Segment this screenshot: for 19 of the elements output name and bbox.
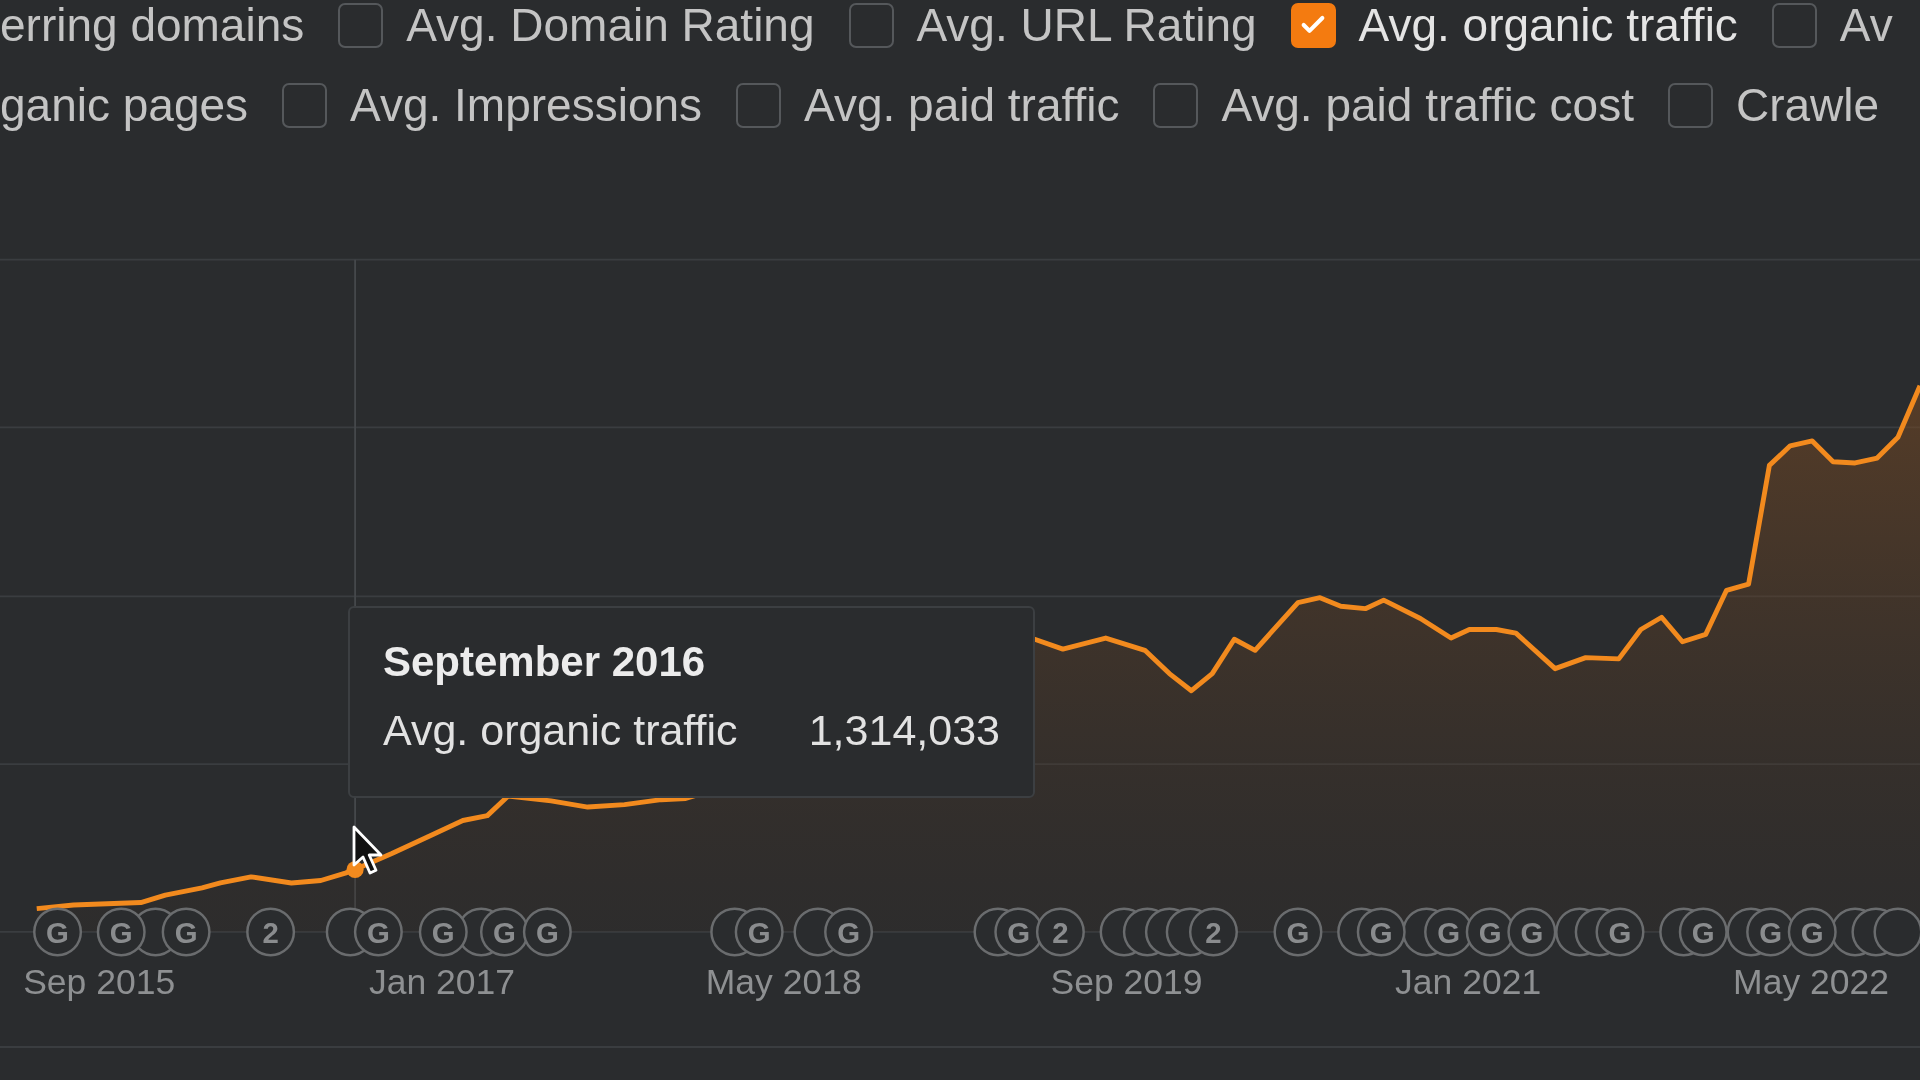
x-axis-label: Jan 2017	[369, 962, 516, 1003]
metric-label: Avg. paid traffic cost	[1221, 80, 1634, 130]
metric-label: Avg. URL Rating	[916, 0, 1257, 50]
metric-label: Av	[1839, 0, 1893, 50]
metric-label: Avg. paid traffic	[804, 80, 1120, 130]
metric-label: Avg. Impressions	[350, 80, 703, 130]
tooltip-value: 1,314,033	[808, 706, 1000, 755]
x-axis-label: Sep 2019	[1050, 962, 1203, 1003]
metric-label: Avg. organic traffic	[1358, 0, 1738, 50]
x-axis-label: Jan 2021	[1395, 962, 1542, 1003]
x-axis-label: Sep 2015	[23, 962, 176, 1003]
tooltip-title: September 2016	[383, 638, 706, 686]
metric-label: Crawle	[1735, 80, 1880, 130]
x-axis-label: May 2018	[705, 962, 862, 1003]
x-axis-label: May 2022	[1733, 962, 1889, 1003]
metric-label: erring domains	[0, 0, 305, 50]
metric-label: ganic pages	[0, 80, 249, 130]
metric-label: Avg. Domain Rating	[406, 0, 815, 50]
tooltip-metric: Avg. organic traffic	[383, 706, 738, 755]
